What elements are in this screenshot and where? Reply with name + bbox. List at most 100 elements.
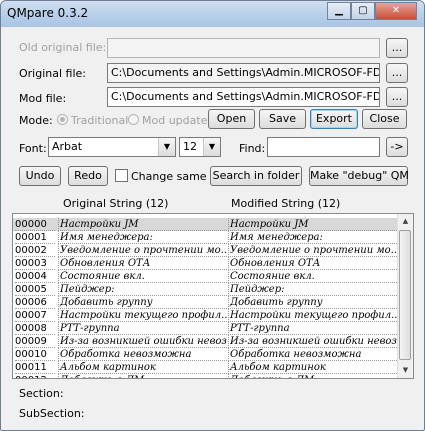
table-row[interactable]: 00007 Настройки текущего профил... Настрой…	[13, 309, 397, 322]
row-id: 00010	[15, 348, 55, 361]
original-browse-button[interactable]: ...	[386, 63, 408, 83]
old-original-file-label: Old original file:	[19, 41, 107, 54]
scroll-thumb[interactable]	[399, 230, 411, 360]
undo-button[interactable]: Undo	[19, 166, 61, 186]
table-row[interactable]: 00000 Настройки ЈМ Настройки ЈМ	[13, 218, 397, 231]
original-file-label: Original file:	[19, 67, 86, 80]
table-row[interactable]: 00012Добавить в ЛМДобавить в ЛМ	[13, 374, 397, 378]
row-modified-string[interactable]: РТТ-группа	[228, 322, 397, 335]
make-debug-qm-button[interactable]: Make "debug" QM	[309, 166, 409, 186]
font-size-value: 12	[183, 140, 197, 153]
row-original-string: Состояние вкл.	[58, 270, 227, 283]
row-id: 00002	[15, 244, 55, 257]
mode-mod-update-radio	[128, 114, 139, 125]
row-id: 00006	[15, 296, 55, 309]
old-original-file-field	[107, 38, 380, 58]
row-id: 00005	[15, 283, 55, 296]
row-modified-string[interactable]: Уведомление о прочтении мо...	[228, 244, 397, 257]
search-in-folder-button[interactable]: Search in folder	[210, 166, 302, 186]
row-id: 00011	[15, 361, 55, 374]
scroll-down-icon[interactable]: ▼	[398, 363, 413, 378]
change-same-checkbox[interactable]	[115, 169, 128, 182]
chevron-down-icon: ▼	[158, 138, 175, 156]
row-modified-string[interactable]: Настройки текущего профил...	[228, 309, 397, 322]
table-row[interactable]: 00008 РТТ-группа РТТ-группа	[13, 322, 397, 335]
row-modified-string[interactable]: Альбом картинок	[228, 361, 397, 374]
mod-file-field[interactable]: C:\Documents and Settings\Admin.MICROSOF…	[107, 87, 380, 107]
row-id: 00001	[15, 231, 55, 244]
row-original-string: Имя менеджера:	[58, 231, 227, 244]
redo-button[interactable]: Redo	[68, 166, 108, 186]
row-id: 00008	[15, 322, 55, 335]
window-title: QMpare 0.3.2	[7, 6, 89, 20]
font-select-value: Arbat	[52, 140, 83, 153]
open-button[interactable]: Open	[208, 109, 255, 129]
old-original-browse-button[interactable]: ...	[386, 38, 408, 58]
table-row[interactable]: 00010 Обработка невозможна Обработка невоз…	[13, 348, 397, 361]
vertical-scrollbar[interactable]: ▲ ▼	[397, 214, 413, 378]
row-modified-string[interactable]: Из-за возникшей ошибки невоз...	[228, 335, 397, 348]
row-original-string: РТТ-группа	[58, 322, 227, 335]
font-size-select[interactable]: 12 ▼	[179, 137, 221, 157]
mode-mod-update-label: Mod update	[142, 114, 208, 127]
mode-label: Mode:	[19, 114, 53, 127]
modified-string-header: Modified String (12)	[231, 197, 341, 210]
find-label: Find:	[239, 142, 266, 155]
table-row[interactable]: 00011 Альбом картинок Альбом картинок	[13, 361, 397, 374]
title-bar[interactable]: QMpare 0.3.2 ▁ ▢ ✕	[1, 1, 424, 27]
app-window: QMpare 0.3.2 ▁ ▢ ✕ Old original file: ..…	[0, 0, 425, 431]
row-modified-string[interactable]: Добавить в ЛМ	[228, 374, 397, 378]
export-button[interactable]: Export	[310, 109, 358, 129]
row-id: 00007	[15, 309, 55, 322]
row-original-string: Настройки ЈМ	[58, 218, 227, 231]
window-close-button[interactable]: ✕	[375, 2, 417, 20]
change-same-label: Change same	[131, 170, 207, 183]
mod-browse-button[interactable]: ...	[386, 87, 408, 107]
table-row[interactable]: 00009 Из-за возникшей ошибки невоз... Из-з…	[13, 335, 397, 348]
table-row[interactable]: 00002 Уведомление о прочтении мо... Уведом…	[13, 244, 397, 257]
row-original-string: Из-за возникшей ошибки невоз...	[58, 335, 227, 348]
close-button[interactable]: Close	[362, 109, 407, 129]
row-modified-string[interactable]: Состояние вкл.	[228, 270, 397, 283]
row-id: 00012	[15, 374, 55, 378]
mode-traditional-label: Traditional	[71, 114, 129, 127]
find-go-button[interactable]: ->	[386, 137, 408, 157]
original-string-header: Original String (12)	[63, 197, 169, 210]
row-id: 00004	[15, 270, 55, 283]
save-button[interactable]: Save	[259, 109, 306, 129]
row-original-string: Настройки текущего профил...	[58, 309, 227, 322]
row-modified-string[interactable]: Обновления ОТА	[228, 257, 397, 270]
row-original-string: Обработка невозможна	[58, 348, 227, 361]
mode-traditional-radio	[57, 114, 68, 125]
row-id: 00000	[15, 218, 55, 231]
row-id: 00009	[15, 335, 55, 348]
row-original-string: Обновления ОТА	[58, 257, 227, 270]
table-row[interactable]: 00006 Добавить группу Добавить группу	[13, 296, 397, 309]
table-row[interactable]: 00001 Имя менеджера: Имя менеджера:	[13, 231, 397, 244]
scroll-up-icon[interactable]: ▲	[398, 214, 413, 229]
subsection-label: SubSection:	[19, 407, 85, 420]
row-original-string: Альбом картинок	[58, 361, 227, 374]
row-original-string: Добавить в ЛМ	[58, 374, 227, 378]
chevron-down-icon: ▼	[203, 138, 220, 156]
find-input[interactable]	[267, 137, 380, 157]
table-row[interactable]: 00004 Состояние вкл. Состояние вкл.	[13, 270, 397, 283]
row-original-string: Уведомление о прочтении мо...	[58, 244, 227, 257]
row-modified-string[interactable]: Обработка невозможна	[228, 348, 397, 361]
row-modified-string[interactable]: Настройки ЈМ	[228, 218, 397, 231]
string-list[interactable]: 00000 Настройки ЈМ Настройки ЈМ 00001 Имя ме…	[12, 213, 414, 379]
row-modified-string[interactable]: Пейджер:	[228, 283, 397, 296]
table-row[interactable]: 00003 Обновления ОТА Обновления ОТА	[13, 257, 397, 270]
minimize-button[interactable]: ▁	[327, 2, 351, 20]
section-label: Section:	[19, 387, 64, 400]
font-select[interactable]: Arbat ▼	[48, 137, 176, 157]
maximize-button[interactable]: ▢	[351, 2, 375, 20]
row-original-string: Пейджер:	[58, 283, 227, 296]
row-modified-string[interactable]: Имя менеджера:	[228, 231, 397, 244]
row-modified-string[interactable]: Добавить группу	[228, 296, 397, 309]
font-label: Font:	[19, 142, 47, 155]
original-file-field[interactable]: C:\Documents and Settings\Admin.MICROSOF…	[107, 63, 380, 83]
row-id: 00003	[15, 257, 55, 270]
mod-file-label: Mod file:	[19, 92, 67, 105]
table-row[interactable]: 00005 Пейджер: Пейджер:	[13, 283, 397, 296]
